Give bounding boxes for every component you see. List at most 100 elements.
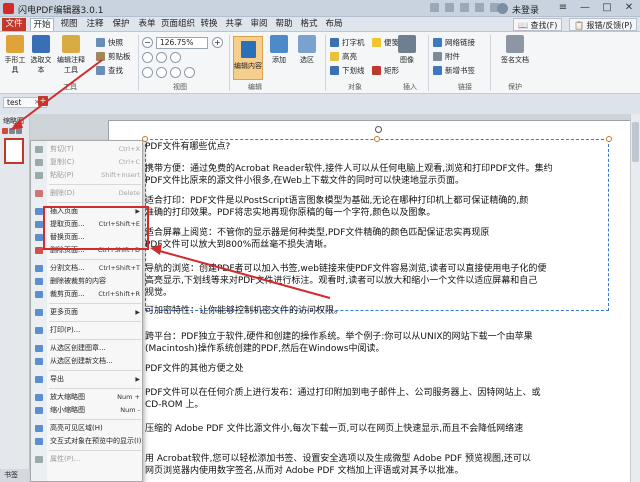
- context-menu-item[interactable]: 打印(P)...: [31, 324, 142, 337]
- tab-form[interactable]: 表单: [136, 18, 158, 31]
- context-menu-item[interactable]: 删除页面... Ctrl+Shift+D: [31, 244, 142, 257]
- first-page-icon[interactable]: [142, 67, 153, 78]
- tab-layout[interactable]: 布局: [323, 18, 345, 31]
- panel-zoom-out-icon[interactable]: [16, 128, 22, 134]
- zoom-level-input[interactable]: 126.75%: [156, 37, 208, 49]
- menu-item-icon: [35, 291, 43, 298]
- context-menu-item[interactable]: 分割文档... Ctrl+Shift+T: [31, 262, 142, 275]
- context-menu-item[interactable]: 插入页面 ▶: [31, 205, 142, 218]
- add-bookmark-button[interactable]: 新增书签: [433, 65, 475, 76]
- login-status[interactable]: 未登录: [512, 3, 539, 16]
- menu-item-icon: [35, 327, 43, 334]
- add-bookmark-label: 新增书签: [445, 66, 475, 75]
- context-menu-item[interactable]: 提取页面... Ctrl+Shift+E: [31, 218, 142, 231]
- context-menu-item[interactable]: 裁剪页面... Ctrl+Shift+R: [31, 288, 142, 301]
- fit-page-icon[interactable]: [142, 52, 153, 63]
- snapshot-button[interactable]: 快照: [96, 37, 123, 48]
- menu-icon[interactable]: ≡: [552, 0, 574, 16]
- undo-icon[interactable]: [475, 3, 484, 12]
- find-tool-button[interactable]: 查找: [96, 65, 123, 76]
- web-link-button[interactable]: 网络链接: [433, 37, 475, 48]
- menu-separator: [49, 321, 141, 322]
- context-menu-item[interactable]: 放大缩略图 Num +: [31, 391, 142, 404]
- sign-document-button[interactable]: 签名文档: [498, 35, 532, 65]
- vertical-scrollbar[interactable]: [630, 114, 640, 482]
- add-button[interactable]: 添加: [266, 35, 292, 65]
- pdf-page[interactable]: PDF文件有哪些优点? 携带方便：通过免费的Acrobat Reader软件,接件…: [108, 120, 634, 482]
- title-bar: 闪电PDF编辑器3.0.1 未登录 ≡ — □ ✕: [0, 0, 640, 17]
- bookmark-panel-tab[interactable]: 书签: [0, 469, 30, 482]
- tab-page-organize[interactable]: 页面组织: [160, 18, 196, 31]
- feedback-button[interactable]: 📋 报错/反馈(P): [569, 18, 638, 31]
- image-button[interactable]: 图像: [394, 35, 420, 65]
- file-attach-button[interactable]: 附件: [433, 51, 460, 62]
- save-icon[interactable]: [445, 3, 454, 12]
- page-text-line: 可加密特性：让你能够控制机密文件的访问权限。: [145, 306, 344, 316]
- print-icon[interactable]: [460, 3, 469, 12]
- typewriter-button[interactable]: 打字机: [330, 37, 365, 48]
- context-menu-item[interactable]: 缩小缩略图 Num -: [31, 404, 142, 417]
- prev-page-icon[interactable]: [156, 67, 167, 78]
- tab-format[interactable]: 格式: [298, 18, 320, 31]
- app-title: 闪电PDF编辑器3.0.1: [18, 6, 104, 16]
- context-menu-item[interactable]: 导出 ▶: [31, 373, 142, 386]
- submenu-arrow-icon: ▶: [135, 376, 140, 383]
- context-menu-item[interactable]: 交互式对象在预览中的显示(I): [31, 435, 142, 448]
- last-page-icon[interactable]: [184, 67, 195, 78]
- menu-item-icon: [35, 190, 43, 197]
- find-button[interactable]: 📖 查找(F): [513, 18, 563, 31]
- select-region-button[interactable]: 选区: [294, 35, 320, 65]
- context-menu-item[interactable]: 从选区创建新文档...: [31, 355, 142, 368]
- page-thumbnail[interactable]: [4, 138, 24, 164]
- image-icon: [398, 35, 416, 53]
- highlight-button[interactable]: 高亮: [330, 51, 357, 62]
- page-text-line: 准确的打印效果。PDF将忠实地再现你原稿的每一个字符,颜色以及图象。: [145, 208, 436, 218]
- menu-item-shortcut: Ctrl+Shift+E: [98, 220, 140, 228]
- context-menu-item[interactable]: 更多页面 ▶: [31, 306, 142, 319]
- select-region-label: 选区: [300, 56, 314, 64]
- select-text-button[interactable]: 选取文本: [28, 35, 54, 75]
- tab-help[interactable]: 帮助: [273, 18, 295, 31]
- underline-label: 下划线: [342, 66, 365, 75]
- clipboard-button[interactable]: 剪贴板: [96, 51, 131, 62]
- hand-tool-button[interactable]: 手形工具: [2, 35, 28, 75]
- rotate-handle[interactable]: [375, 126, 382, 133]
- tab-share[interactable]: 共享: [223, 18, 245, 31]
- close-button[interactable]: ✕: [618, 0, 640, 16]
- context-menu-item[interactable]: 替换页面...: [31, 231, 142, 244]
- context-menu-item: 粘贴(P) Shift+Insert: [31, 169, 142, 182]
- open-icon[interactable]: [430, 3, 439, 12]
- rectangle-label: 矩形: [384, 66, 399, 75]
- rectangle-button[interactable]: 矩形: [372, 65, 399, 76]
- new-tab-button[interactable]: +: [38, 96, 48, 106]
- tab-start[interactable]: 开始: [30, 18, 54, 31]
- context-menu-item[interactable]: 高亮可见区域(H): [31, 422, 142, 435]
- context-menu-item[interactable]: 从选区创建图章...: [31, 342, 142, 355]
- scrollbar-thumb[interactable]: [632, 122, 639, 162]
- tab-review[interactable]: 审阅: [248, 18, 270, 31]
- page-text-line: PDF文件有哪些优点?: [145, 142, 231, 152]
- rotate-icon[interactable]: [170, 52, 181, 63]
- underline-button[interactable]: 下划线: [330, 65, 365, 76]
- maximize-button[interactable]: □: [596, 0, 618, 16]
- user-avatar-icon[interactable]: [497, 3, 508, 14]
- panel-menu-icon[interactable]: [2, 128, 8, 134]
- tab-view[interactable]: 视图: [58, 18, 80, 31]
- zoom-out-button[interactable]: −: [142, 37, 153, 48]
- minimize-button[interactable]: —: [574, 0, 596, 16]
- menu-separator: [49, 450, 141, 451]
- fit-width-icon[interactable]: [156, 52, 167, 63]
- tab-annotate[interactable]: 注释: [84, 18, 106, 31]
- panel-zoom-icon[interactable]: [9, 128, 15, 134]
- tab-file[interactable]: 文件: [2, 18, 26, 31]
- menu-item-icon: [35, 438, 43, 445]
- tab-convert[interactable]: 转换: [198, 18, 220, 31]
- menu-separator: [49, 419, 141, 420]
- edit-annotation-button[interactable]: 编辑注释工具: [54, 35, 88, 75]
- context-menu-item[interactable]: 删除被裁剪的内容: [31, 275, 142, 288]
- edit-content-button[interactable]: 编辑内容: [233, 36, 263, 80]
- bookmark-icon: [433, 66, 442, 75]
- zoom-in-button[interactable]: +: [212, 37, 223, 48]
- next-page-icon[interactable]: [170, 67, 181, 78]
- tab-protect[interactable]: 保护: [110, 18, 132, 31]
